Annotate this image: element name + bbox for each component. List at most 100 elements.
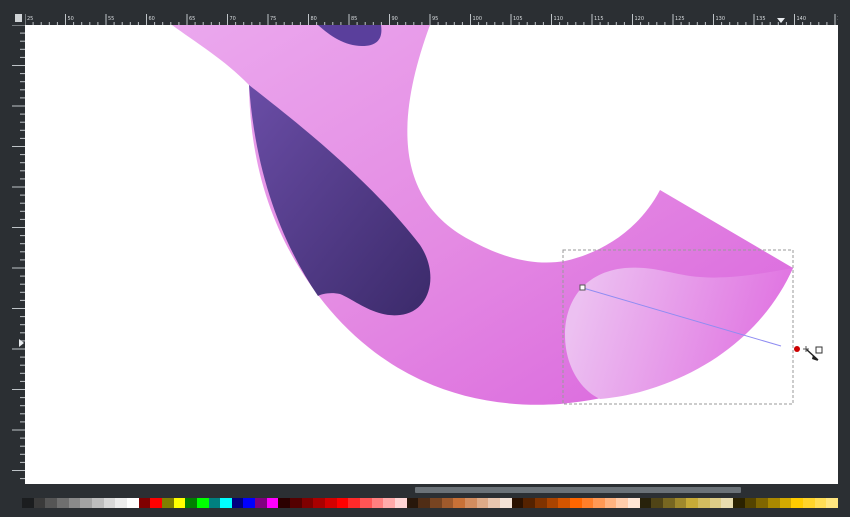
palette-swatch[interactable] bbox=[429, 498, 442, 508]
palette-swatch[interactable] bbox=[663, 498, 675, 508]
palette-swatch[interactable] bbox=[91, 498, 104, 508]
palette-swatch[interactable] bbox=[383, 498, 395, 508]
palette-swatch[interactable] bbox=[791, 498, 803, 508]
palette-swatch[interactable] bbox=[115, 498, 127, 508]
palette-swatch[interactable] bbox=[278, 498, 291, 508]
ruler-label: 140 bbox=[797, 16, 807, 22]
vertical-scrollbar[interactable] bbox=[838, 25, 850, 484]
palette-swatch[interactable] bbox=[686, 498, 699, 508]
palette-swatch[interactable] bbox=[604, 498, 617, 508]
palette-swatch[interactable] bbox=[371, 498, 384, 508]
color-palette[interactable] bbox=[22, 498, 838, 508]
palette-swatch[interactable] bbox=[150, 498, 162, 508]
palette-swatch[interactable] bbox=[616, 498, 629, 508]
palette-swatch[interactable] bbox=[488, 498, 500, 508]
palette-swatch[interactable] bbox=[453, 498, 465, 508]
palette-swatch[interactable] bbox=[325, 498, 337, 508]
ruler-origin-icon bbox=[15, 14, 22, 22]
palette-swatch[interactable] bbox=[103, 498, 116, 508]
ruler-label: 75 bbox=[270, 16, 276, 22]
gradient-start-handle[interactable] bbox=[579, 284, 586, 291]
ruler-label: 50 bbox=[68, 16, 74, 22]
palette-swatch[interactable] bbox=[301, 498, 314, 508]
palette-swatch[interactable] bbox=[581, 498, 594, 508]
drawing-canvas[interactable] bbox=[25, 25, 838, 484]
palette-swatch[interactable] bbox=[56, 498, 69, 508]
palette-swatch[interactable] bbox=[709, 498, 722, 508]
palette-swatch[interactable] bbox=[220, 498, 232, 508]
palette-swatch[interactable] bbox=[290, 498, 302, 508]
ruler-label: 145 bbox=[837, 16, 838, 22]
palette-swatch[interactable] bbox=[464, 498, 477, 508]
vertical-ruler-scale bbox=[12, 25, 25, 480]
ruler-label: 100 bbox=[473, 16, 483, 22]
ruler-label: 120 bbox=[635, 16, 645, 22]
palette-swatch[interactable] bbox=[266, 498, 279, 508]
highlight-gradient-shape[interactable] bbox=[565, 267, 793, 399]
palette-swatch[interactable] bbox=[185, 498, 197, 508]
palette-swatch[interactable] bbox=[744, 498, 757, 508]
palette-swatch[interactable] bbox=[814, 498, 827, 508]
gradient-end-handle[interactable] bbox=[794, 346, 800, 352]
palette-swatch[interactable] bbox=[68, 498, 81, 508]
palette-swatch[interactable] bbox=[499, 498, 512, 508]
palette-swatch[interactable] bbox=[721, 498, 734, 508]
horizontal-ruler[interactable]: 25 50 55 60 65 70 75 80 85 90 95 100 105 110 115 120 125… bbox=[25, 12, 838, 25]
ruler-label: 95 bbox=[432, 16, 438, 22]
palette-swatch[interactable] bbox=[674, 498, 687, 508]
palette-swatch[interactable] bbox=[476, 498, 489, 508]
palette-swatch[interactable] bbox=[196, 498, 209, 508]
ruler-label: 55 bbox=[108, 16, 114, 22]
palette-swatch[interactable] bbox=[33, 498, 46, 508]
palette-swatch[interactable] bbox=[126, 498, 139, 508]
palette-swatch[interactable] bbox=[651, 498, 664, 508]
palette-swatch[interactable] bbox=[161, 498, 174, 508]
palette-swatch[interactable] bbox=[511, 498, 524, 508]
palette-swatch[interactable] bbox=[80, 498, 92, 508]
palette-swatch[interactable] bbox=[593, 498, 605, 508]
palette-swatch[interactable] bbox=[523, 498, 535, 508]
palette-swatch[interactable] bbox=[395, 498, 407, 508]
gradient-tool-cursor-icon bbox=[803, 346, 823, 361]
palette-swatch[interactable] bbox=[546, 498, 559, 508]
palette-swatch[interactable] bbox=[639, 498, 652, 508]
palette-swatch[interactable] bbox=[826, 498, 838, 508]
palette-swatch[interactable] bbox=[534, 498, 547, 508]
palette-swatch[interactable] bbox=[768, 498, 780, 508]
horizontal-scrollbar-thumb[interactable] bbox=[415, 487, 741, 493]
palette-swatch[interactable] bbox=[756, 498, 768, 508]
palette-swatch[interactable] bbox=[418, 498, 430, 508]
palette-swatch[interactable] bbox=[348, 498, 361, 508]
ruler-label: 135 bbox=[756, 16, 766, 22]
palette-swatch[interactable] bbox=[558, 498, 570, 508]
horizontal-scrollbar[interactable] bbox=[25, 484, 838, 496]
palette-swatch[interactable] bbox=[313, 498, 326, 508]
ruler-label: 60 bbox=[149, 16, 155, 22]
palette-swatch[interactable] bbox=[628, 498, 640, 508]
palette-swatch[interactable] bbox=[802, 498, 815, 508]
ruler-label: 90 bbox=[392, 16, 398, 22]
horizontal-ruler-scale: 25 50 55 60 65 70 75 80 85 90 95 100 105 110 115 120 125… bbox=[25, 14, 838, 25]
palette-swatch[interactable] bbox=[336, 498, 349, 508]
palette-swatch[interactable] bbox=[733, 498, 745, 508]
palette-swatch[interactable] bbox=[698, 498, 710, 508]
ruler-label: 110 bbox=[554, 16, 564, 22]
palette-swatch[interactable] bbox=[243, 498, 256, 508]
palette-swatch[interactable] bbox=[208, 498, 221, 508]
palette-swatch[interactable] bbox=[779, 498, 792, 508]
ruler-position-marker-icon bbox=[19, 339, 24, 347]
palette-swatch[interactable] bbox=[138, 498, 151, 508]
palette-swatch[interactable] bbox=[45, 498, 57, 508]
palette-swatch[interactable] bbox=[569, 498, 582, 508]
vertical-ruler[interactable] bbox=[12, 25, 25, 484]
palette-swatch[interactable] bbox=[441, 498, 454, 508]
ruler-label: 130 bbox=[716, 16, 726, 22]
palette-swatch[interactable] bbox=[406, 498, 419, 508]
palette-swatch[interactable] bbox=[22, 498, 34, 508]
palette-swatch[interactable] bbox=[360, 498, 372, 508]
palette-swatch[interactable] bbox=[231, 498, 244, 508]
palette-swatch[interactable] bbox=[255, 498, 267, 508]
palette-swatch[interactable] bbox=[173, 498, 186, 508]
status-strip bbox=[0, 508, 850, 517]
artwork bbox=[172, 25, 823, 405]
